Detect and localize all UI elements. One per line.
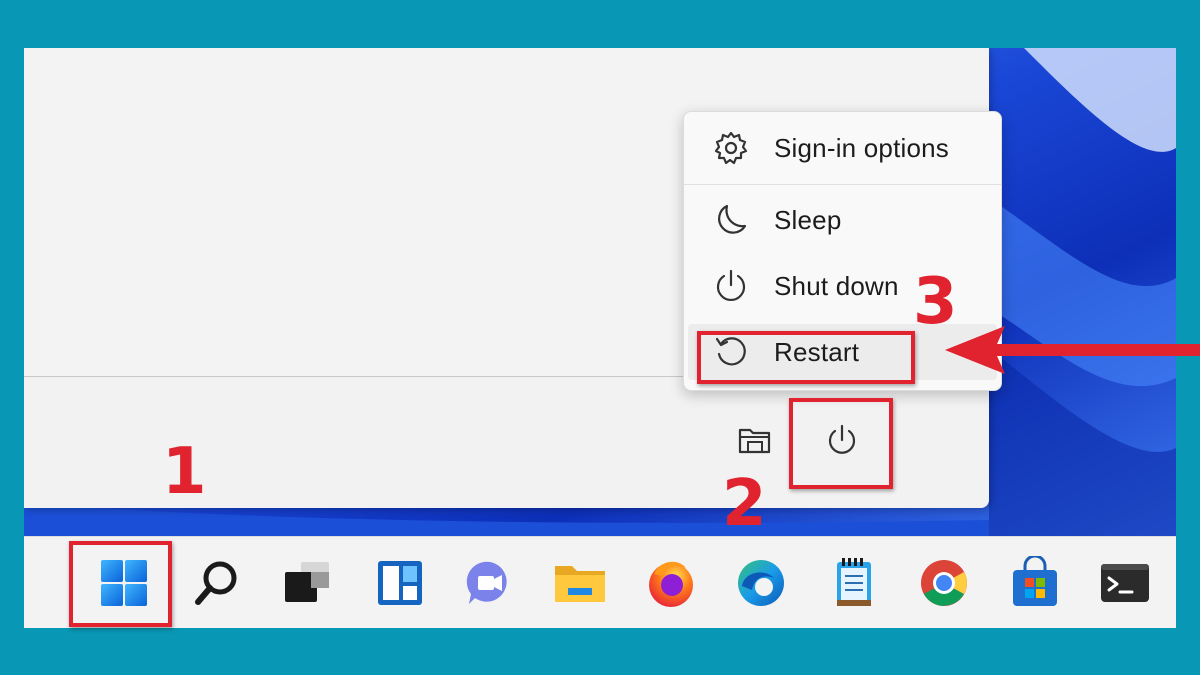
- notepad-button[interactable]: [824, 553, 884, 613]
- search-button[interactable]: [187, 553, 247, 613]
- menu-item-sign-in-options[interactable]: Sign-in options: [688, 120, 997, 176]
- search-icon: [195, 561, 237, 605]
- folder-icon: [738, 428, 771, 454]
- power-icon: [712, 267, 750, 305]
- menu-item-label: Sign-in options: [774, 132, 949, 163]
- highlight-restart-item: [697, 331, 915, 384]
- pointer-arrow: [945, 326, 1200, 374]
- chrome-icon: [921, 560, 967, 606]
- highlight-start-button: [69, 541, 172, 627]
- taskbar: [24, 536, 1176, 628]
- menu-item-sleep[interactable]: Sleep: [688, 192, 997, 248]
- terminal-button[interactable]: [1095, 553, 1155, 613]
- firefox-icon: [649, 561, 693, 607]
- notepad-icon: [837, 558, 871, 606]
- file-explorer-icon: [555, 566, 605, 602]
- step-number-1: 1: [162, 435, 207, 509]
- edge-icon: [738, 560, 784, 606]
- step-number-2: 2: [722, 467, 767, 541]
- edge-button[interactable]: [731, 553, 791, 613]
- menu-item-label: Sleep: [774, 204, 842, 235]
- gear-icon: [712, 129, 750, 167]
- highlight-power-button: [789, 398, 893, 489]
- microsoft-store-button[interactable]: [1005, 553, 1065, 613]
- widgets-button[interactable]: [370, 553, 430, 613]
- terminal-icon: [1101, 564, 1149, 602]
- teams-chat-button[interactable]: [460, 553, 520, 613]
- teams-chat-icon: [466, 561, 507, 604]
- firefox-button[interactable]: [641, 553, 701, 613]
- widgets-icon: [378, 561, 422, 605]
- task-view-button[interactable]: [276, 553, 336, 613]
- chrome-button[interactable]: [914, 553, 974, 613]
- task-view-icon: [285, 562, 329, 602]
- microsoft-store-icon: [1013, 556, 1057, 606]
- menu-item-label: Shut down: [774, 270, 899, 301]
- file-explorer-button[interactable]: [550, 553, 610, 613]
- file-explorer-shortcut-button[interactable]: [735, 419, 775, 461]
- menu-divider: [684, 184, 1001, 185]
- moon-icon: [712, 201, 750, 239]
